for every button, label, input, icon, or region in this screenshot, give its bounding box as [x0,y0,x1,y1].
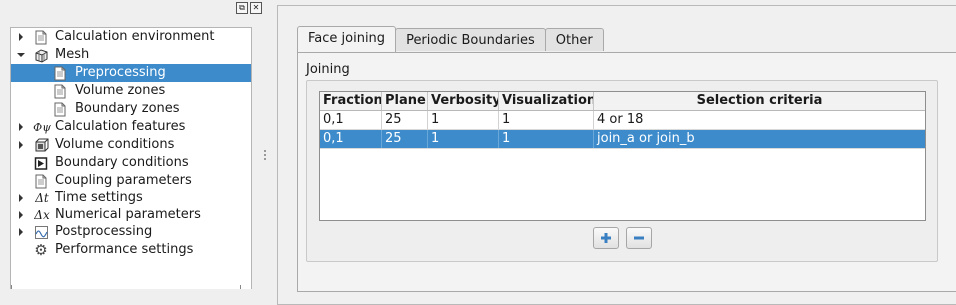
cell-visualization[interactable]: 1 [499,111,594,129]
tree-item-label: Volume zones [75,83,166,98]
column-header-selection-criteria[interactable]: Selection criteria [594,92,925,110]
document-icon [52,83,68,99]
tree-item-label: Postprocessing [55,224,153,239]
document-icon [52,65,68,81]
tree-item-numerical-parameters[interactable]: Δx Numerical parameters [11,206,251,224]
document-icon [52,101,68,117]
dock-title-buttons: ⧉ ✕ [236,2,262,14]
add-row-button[interactable] [593,227,619,249]
tab-face-joining[interactable]: Face joining [297,26,397,52]
expand-arrow-icon[interactable] [19,228,23,236]
phi-psi-icon: Φψ [33,120,51,134]
gear-icon: ⚙ [34,241,48,259]
tree-item-time-settings[interactable]: Δt Time settings [11,189,251,207]
tree-item-coupling-parameters[interactable]: Coupling parameters [11,172,251,190]
expand-arrow-icon[interactable] [19,194,23,202]
panel-splitter-handle[interactable] [264,150,266,162]
close-dock-button[interactable]: ✕ [250,2,262,14]
expand-arrow-icon[interactable] [19,141,23,149]
tree-item-postprocessing[interactable]: Postprocessing [11,223,251,241]
tree-item-label: Calculation environment [55,29,215,44]
cell-visualization[interactable]: 1 [499,130,594,148]
expand-arrow-icon[interactable] [19,123,23,131]
joining-table[interactable]: Fraction Plane Verbosity Visualization S… [319,91,926,221]
column-header-visualization[interactable]: Visualization [499,92,594,110]
delta-x-icon: Δx [34,208,50,222]
tree-item-label: Preprocessing [75,65,166,80]
joining-group-title: Joining [306,62,350,77]
remove-row-button[interactable] [626,227,652,249]
tree-item-preprocessing[interactable]: Preprocessing [11,64,251,82]
cell-verbosity[interactable]: 1 [428,130,499,148]
volume-cube-icon [33,137,49,153]
tree-item-calculation-environment[interactable]: Calculation environment [11,28,251,46]
minus-icon [634,236,644,240]
tree-item-performance-settings[interactable]: ⚙ Performance settings [11,241,251,259]
document-icon [33,173,49,189]
tree-item-boundary-conditions[interactable]: Boundary conditions [11,154,251,172]
tree-item-label: Coupling parameters [55,173,192,188]
tree-item-volume-zones[interactable]: Volume zones [11,82,251,100]
boundary-icon [33,155,49,171]
column-header-fraction[interactable]: Fraction [320,92,382,110]
tree-item-label: Performance settings [55,242,194,257]
expand-arrow-icon[interactable] [19,211,23,219]
tab-bar: Face joining Periodic Boundaries Other [297,26,604,52]
tree-item-label: Numerical parameters [55,207,201,222]
cell-plane[interactable]: 25 [382,111,428,129]
table-row[interactable]: 0,1 25 1 1 4 or 18 [320,111,925,130]
tree-item-label: Calculation features [55,119,186,134]
column-header-verbosity[interactable]: Verbosity [428,92,499,110]
float-dock-button[interactable]: ⧉ [236,2,248,14]
cell-fraction[interactable]: 0,1 [320,130,382,148]
cell-verbosity[interactable]: 1 [428,111,499,129]
document-icon [33,29,49,45]
navigation-tree[interactable]: Calculation environment Mesh Preprocessi… [10,27,252,289]
tree-item-mesh[interactable]: Mesh [11,46,251,64]
delta-t-icon: Δt [35,191,49,205]
tree-item-boundary-zones[interactable]: Boundary zones [11,100,251,118]
tab-periodic-boundaries[interactable]: Periodic Boundaries [395,28,546,51]
column-header-plane[interactable]: Plane [382,92,428,110]
tree-item-label: Boundary zones [75,101,180,116]
wave-icon [33,224,49,240]
tree-item-volume-conditions[interactable]: Volume conditions [11,136,251,154]
tree-item-label: Volume conditions [55,137,175,152]
table-header: Fraction Plane Verbosity Visualization S… [320,92,925,111]
tab-other[interactable]: Other [544,28,604,51]
cell-plane[interactable]: 25 [382,130,428,148]
collapse-arrow-icon[interactable] [17,53,25,57]
table-row[interactable]: 0,1 25 1 1 join_a or join_b [320,130,925,149]
cell-selection-criteria[interactable]: join_a or join_b [594,130,925,148]
tree-item-label: Boundary conditions [55,155,189,170]
plus-icon [601,233,611,243]
tree-item-calculation-features[interactable]: Φψ Calculation features [11,118,251,136]
scrollbar-edge [11,285,18,289]
mesh-cube-icon [33,47,49,63]
expand-arrow-icon[interactable] [19,33,23,41]
scrollbar-edge [240,285,247,289]
cell-selection-criteria[interactable]: 4 or 18 [594,111,925,129]
cell-fraction[interactable]: 0,1 [320,111,382,129]
tree-item-label: Mesh [55,47,90,62]
tree-item-label: Time settings [55,190,143,205]
